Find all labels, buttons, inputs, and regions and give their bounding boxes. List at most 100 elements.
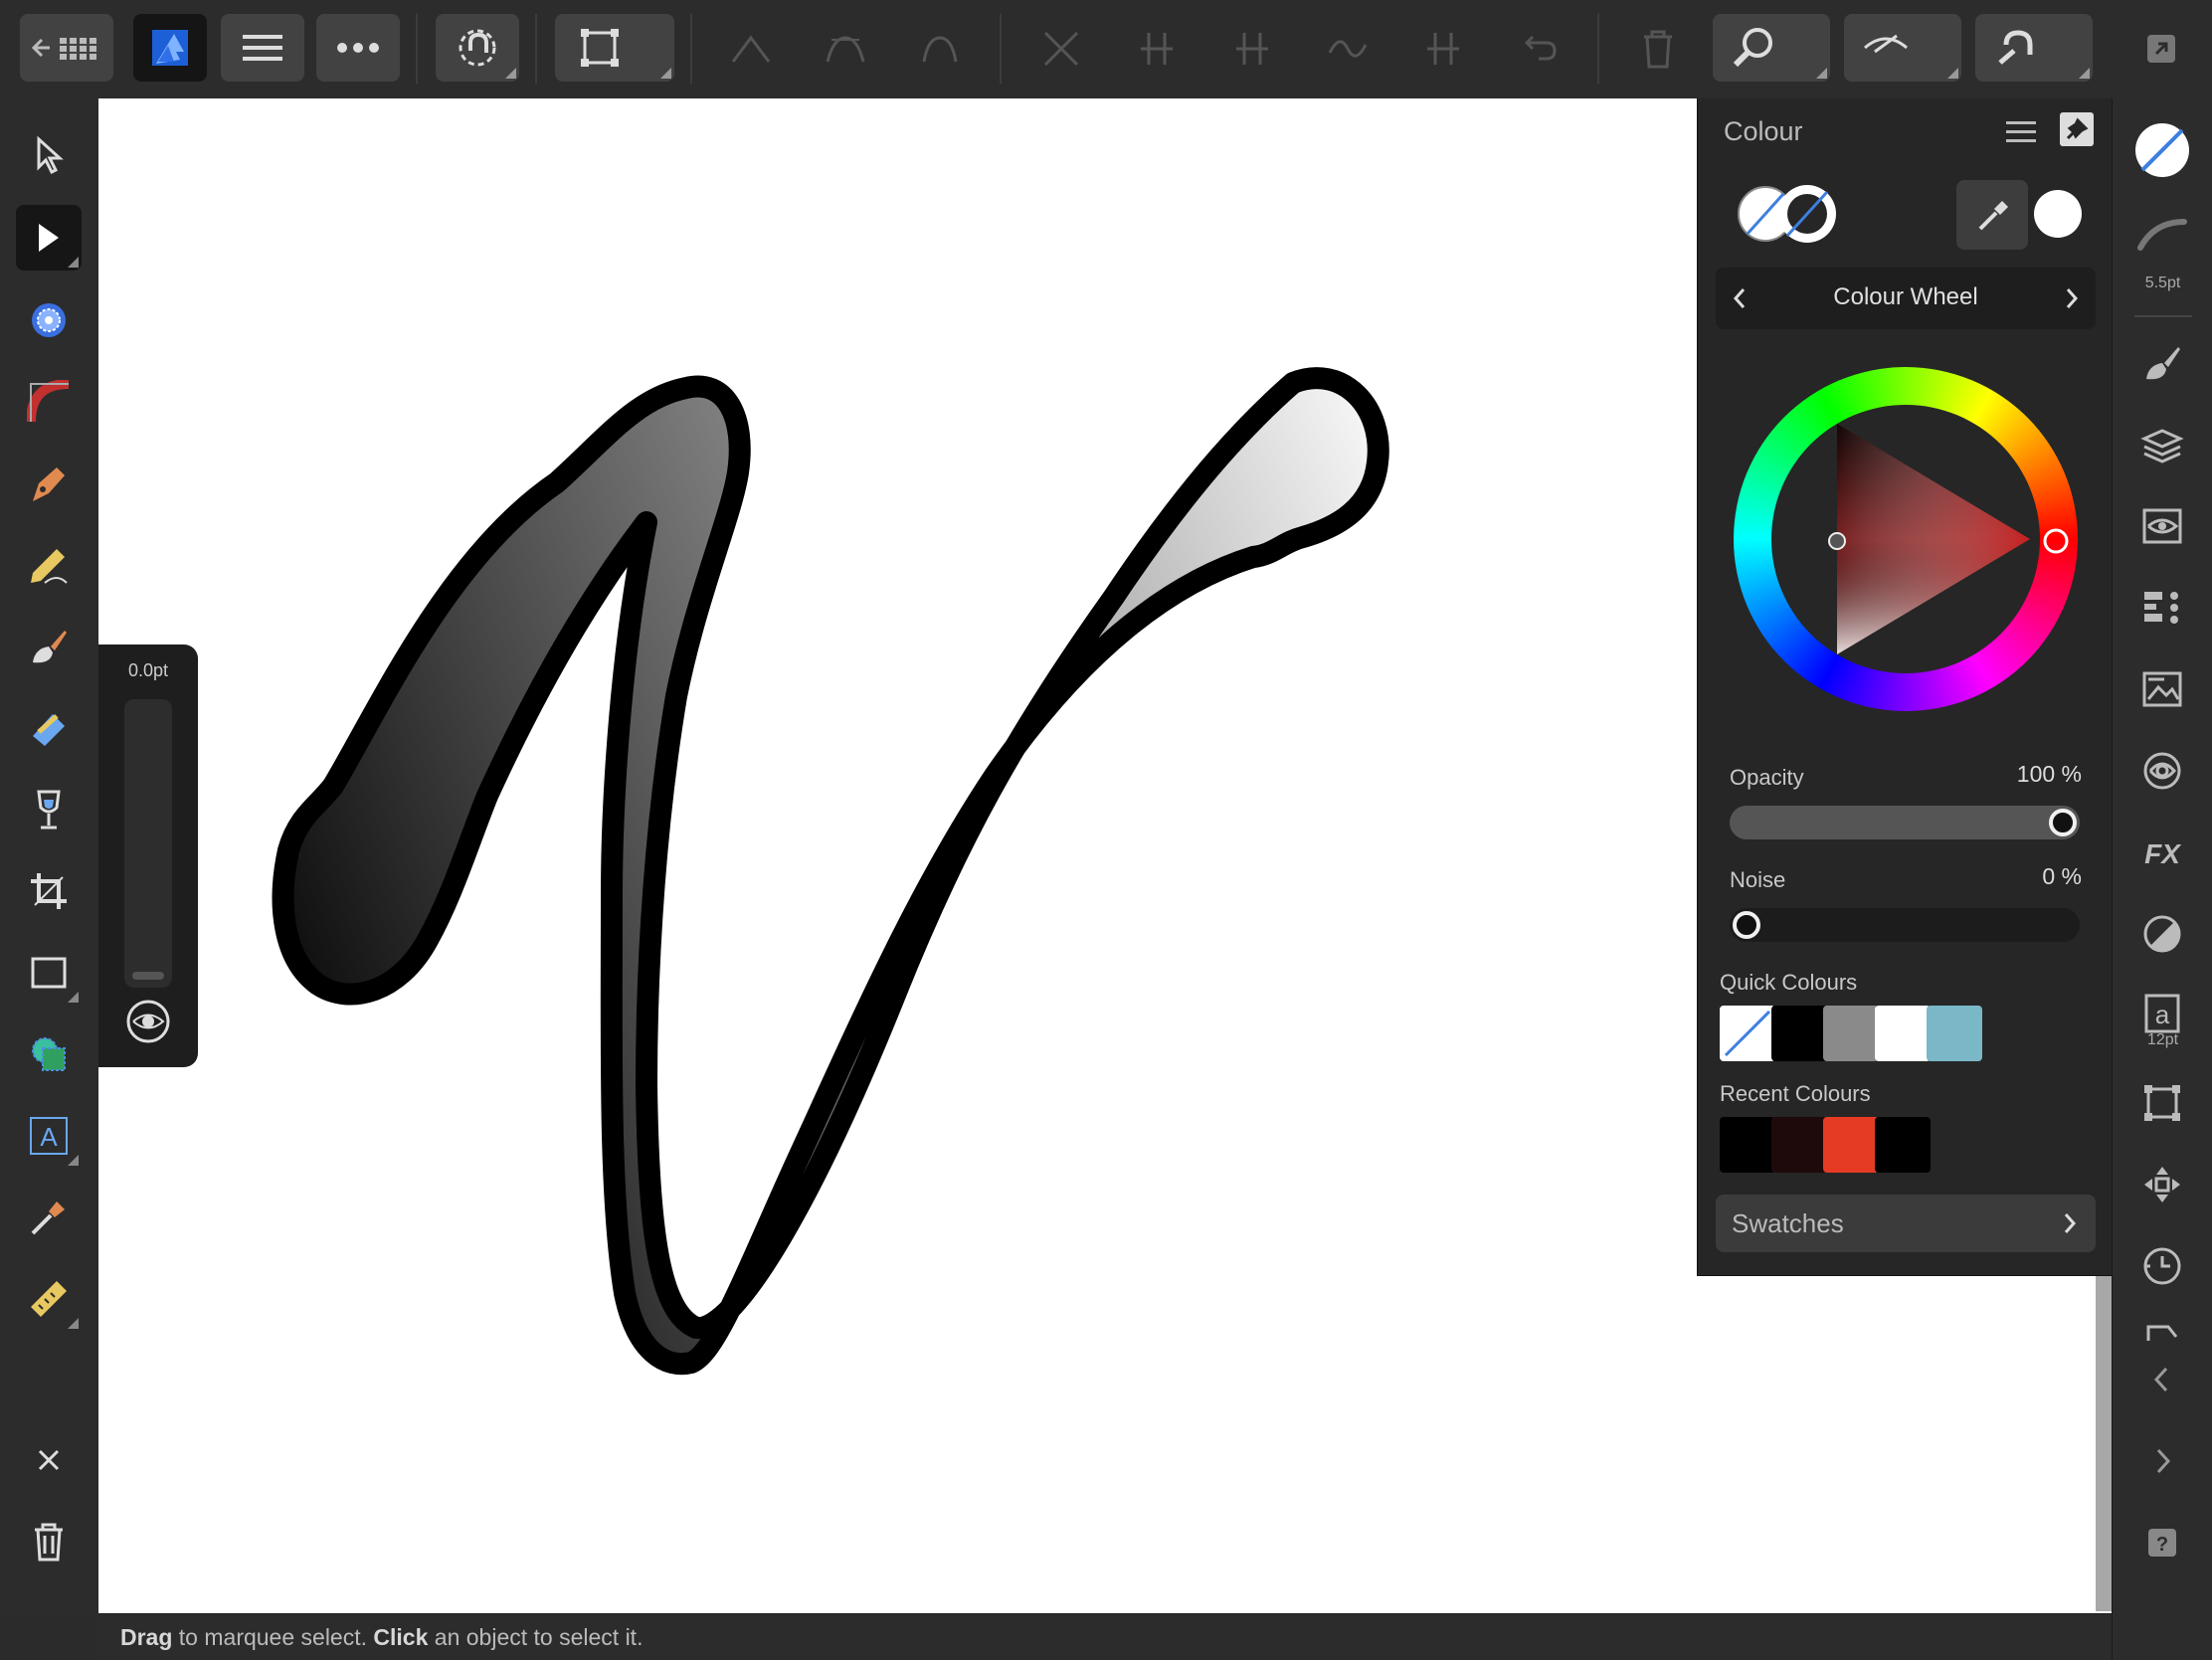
brushes-studio-icon[interactable] [2132, 333, 2192, 393]
panel-menu-icon[interactable] [2004, 118, 2038, 151]
smooth-curve-icon[interactable] [1321, 22, 1375, 76]
quick-colour-swatch[interactable] [1823, 1006, 1879, 1061]
submenu-indicator [505, 68, 516, 79]
close-icon [38, 1449, 60, 1471]
undo-node-icon[interactable] [1512, 22, 1566, 76]
history-studio-icon[interactable] [2132, 1236, 2192, 1296]
node-tool[interactable] [16, 205, 82, 271]
more-button[interactable] [316, 14, 400, 82]
fill-tool[interactable] [16, 695, 82, 761]
colour-studio-icon[interactable] [2132, 120, 2192, 180]
close-curve-icon[interactable] [1130, 22, 1184, 76]
vertical-scrollbar[interactable] [2096, 1273, 2112, 1611]
colour-picker-tool[interactable] [16, 1185, 82, 1250]
sharp-node-icon[interactable] [724, 22, 778, 76]
swatches-button[interactable]: Swatches [1716, 1195, 2096, 1252]
assets-studio-icon[interactable] [2132, 659, 2192, 719]
point-transform-icon [32, 303, 66, 337]
chevron-right-icon[interactable] [2132, 1431, 2192, 1491]
symbols-studio-icon[interactable] [2132, 741, 2192, 801]
noise-value: 0 % [2042, 863, 2082, 889]
view-mode-button[interactable] [1844, 14, 1961, 82]
text-icon: A [30, 1117, 68, 1155]
quick-colour-swatch[interactable] [1720, 1006, 1775, 1061]
shape-builder-tool[interactable] [16, 1021, 82, 1087]
noise-slider-thumb[interactable] [1733, 911, 1760, 939]
chevron-left-icon[interactable] [2132, 1350, 2192, 1409]
ruler-icon [31, 1281, 67, 1317]
picked-colour-swatch[interactable] [2034, 190, 2082, 238]
effects-studio-icon[interactable]: FX [2132, 823, 2192, 882]
join-curves-icon[interactable] [1416, 22, 1470, 76]
export-icon[interactable] [2134, 22, 2188, 76]
quick-colours-label: Quick Colours [1720, 970, 1858, 995]
help-icon[interactable]: ? [2132, 1513, 2192, 1572]
layers-studio-icon[interactable] [2132, 415, 2192, 474]
menu-button[interactable] [221, 14, 304, 82]
submenu-indicator [68, 257, 79, 268]
quick-colour-swatch[interactable] [1875, 1006, 1931, 1061]
vector-brush-tool[interactable] [16, 614, 82, 679]
fill-stroke-wells[interactable] [1736, 178, 1845, 255]
recent-colour-swatch[interactable] [1771, 1117, 1827, 1173]
text-styles-studio-icon[interactable] [2132, 578, 2192, 638]
svg-text:a: a [2155, 1000, 2170, 1029]
zoom-button[interactable] [1713, 14, 1830, 82]
pen-nib-icon [33, 467, 65, 501]
close-button[interactable] [16, 1427, 82, 1493]
pencil-tool[interactable] [16, 532, 82, 598]
corner-tool[interactable] [16, 369, 82, 435]
artistic-text-tool[interactable]: A [16, 1103, 82, 1169]
pin-panel-icon[interactable] [2060, 112, 2094, 146]
point-transform-tool[interactable] [16, 287, 82, 353]
stroke-studio-icon[interactable] [2132, 204, 2192, 264]
transparency-tool[interactable] [16, 777, 82, 842]
recent-colours-label: Recent Colours [1720, 1081, 1871, 1106]
assistant-button[interactable] [1975, 14, 2093, 82]
stroke-width-slider[interactable] [124, 699, 172, 988]
move-tool[interactable] [16, 122, 82, 188]
crop-tool[interactable] [16, 858, 82, 924]
swatches-label: Swatches [1732, 1208, 1844, 1238]
designer-persona-button[interactable] [133, 14, 207, 82]
rectangle-tool[interactable] [16, 940, 82, 1006]
brush-icon [33, 631, 67, 663]
stroke-width-label: 5.5pt [2144, 275, 2181, 291]
opacity-slider-thumb[interactable] [2049, 809, 2077, 836]
toolbar-divider [1597, 14, 1599, 84]
ellipsis-icon [337, 43, 379, 53]
reverse-curve-icon[interactable] [1225, 22, 1279, 76]
submenu-indicator [1816, 68, 1827, 79]
chevron-right-icon[interactable] [2062, 285, 2082, 311]
break-curve-icon[interactable] [1034, 22, 1088, 76]
saturation-triangle[interactable] [1734, 367, 2078, 711]
colour-mode-selector[interactable]: Colour Wheel [1716, 268, 2096, 329]
snapping-button[interactable] [436, 14, 519, 82]
recent-colour-swatch[interactable] [1720, 1117, 1775, 1173]
measure-tool[interactable] [16, 1266, 82, 1332]
constraints-studio-icon[interactable] [2132, 1318, 2192, 1348]
noise-slider[interactable] [1730, 908, 2080, 942]
transparency-studio-icon[interactable] [2132, 904, 2192, 964]
quick-colour-swatch[interactable] [1927, 1006, 1982, 1061]
recent-colour-swatch[interactable] [1823, 1117, 1879, 1173]
colour-picker-button[interactable] [1956, 180, 2028, 250]
wine-glass-icon [37, 790, 61, 830]
trash-icon[interactable] [1631, 22, 1685, 76]
smooth-node-icon[interactable] [819, 22, 872, 76]
stroke-width-slider-handle[interactable] [132, 972, 164, 980]
pressure-button[interactable] [124, 998, 172, 1045]
documents-button[interactable] [20, 14, 113, 82]
transform-studio-icon[interactable] [2132, 1073, 2192, 1133]
pen-tool[interactable] [16, 451, 82, 516]
brush-stroke-shape[interactable] [272, 367, 1389, 1376]
status-click-word: Click [373, 1624, 429, 1650]
navigator-studio-icon[interactable] [2132, 1155, 2192, 1214]
transform-mode-button[interactable] [555, 14, 674, 82]
recent-colour-swatch[interactable] [1875, 1117, 1931, 1173]
quick-colour-swatch[interactable] [1771, 1006, 1827, 1061]
smart-node-icon[interactable] [913, 22, 967, 76]
delete-button[interactable] [16, 1509, 82, 1574]
appearance-studio-icon[interactable] [2132, 496, 2192, 556]
opacity-slider[interactable] [1730, 806, 2080, 839]
